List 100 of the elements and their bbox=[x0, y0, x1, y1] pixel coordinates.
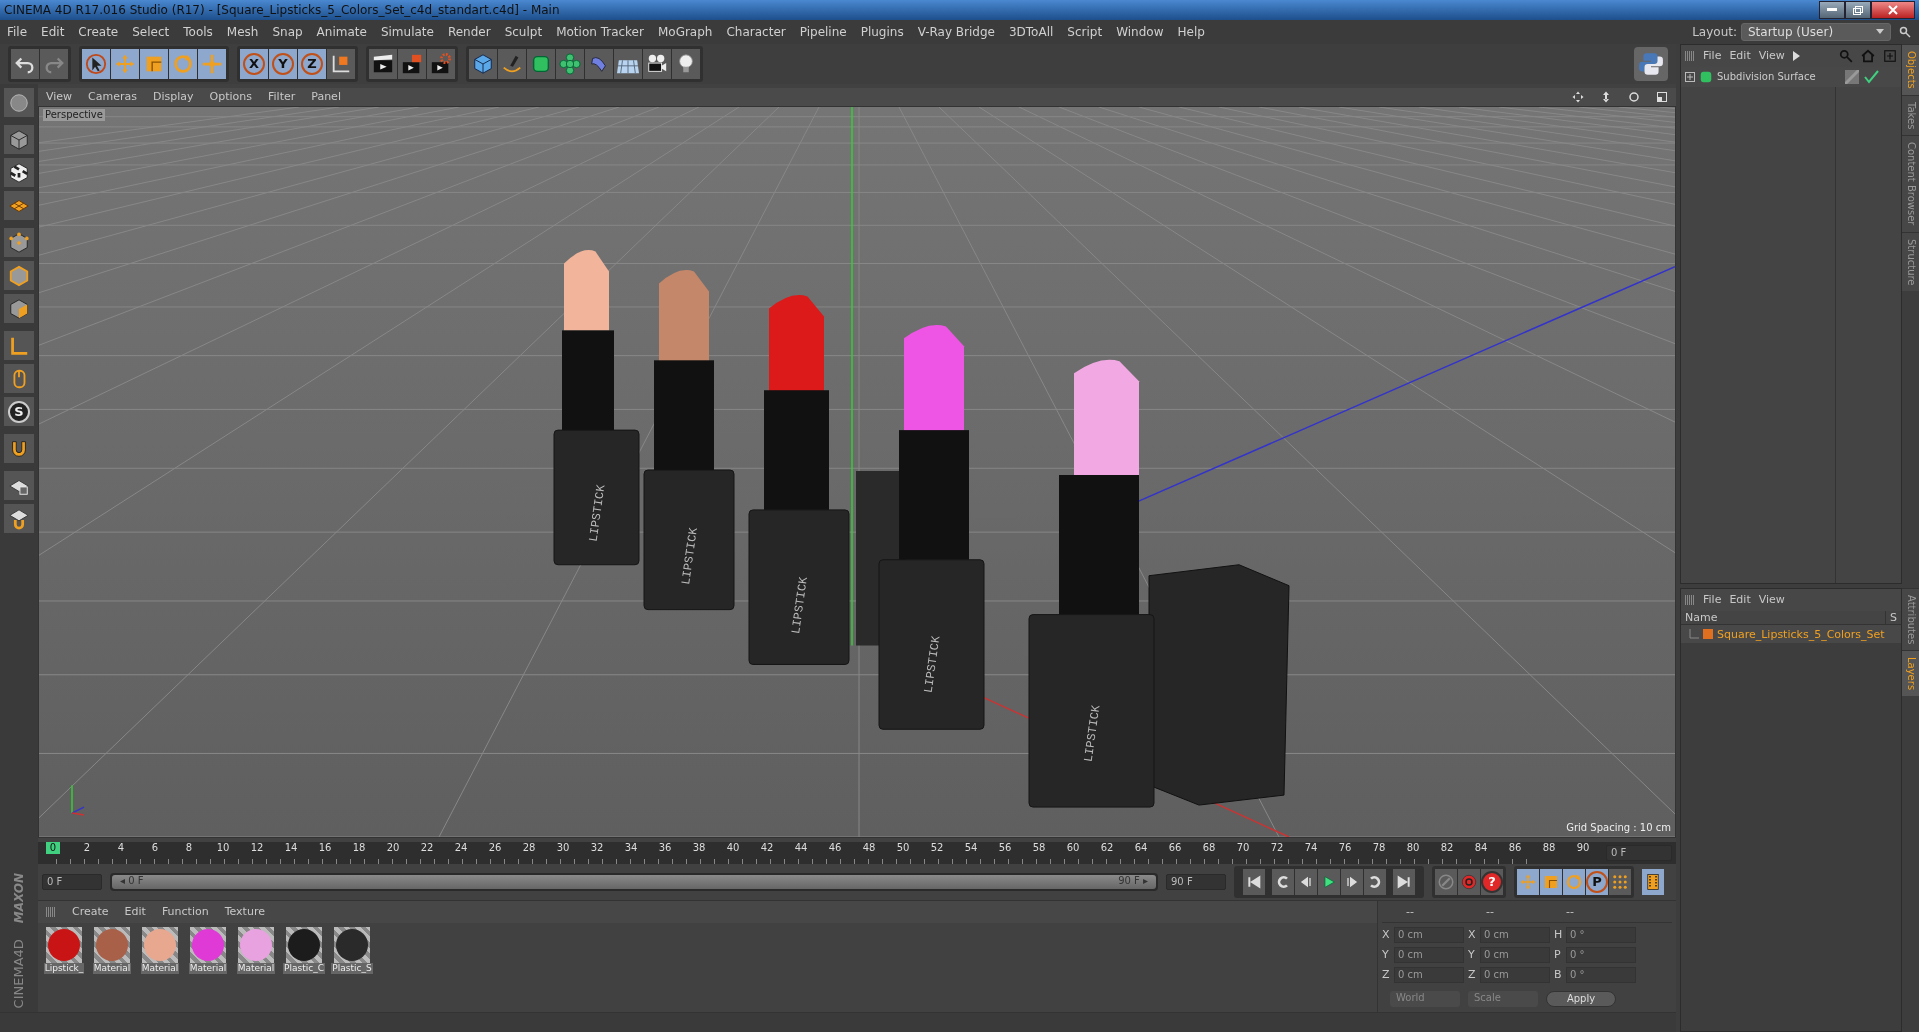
menu-item[interactable]: Sculpt bbox=[497, 24, 550, 40]
panel-menu-item[interactable]: File bbox=[1703, 49, 1722, 63]
range-slider-fill[interactable]: ◂ 0 F 90 F ▸ bbox=[112, 875, 1156, 889]
side-tab[interactable]: Objects bbox=[1902, 44, 1919, 95]
playback-button[interactable] bbox=[1243, 869, 1265, 895]
panel-menu-item[interactable]: File bbox=[1703, 593, 1722, 607]
current-frame-field[interactable]: 0 F bbox=[1606, 845, 1672, 861]
menu-item[interactable]: Render bbox=[440, 24, 498, 40]
playback-button[interactable] bbox=[1318, 869, 1340, 895]
toolbar-button[interactable] bbox=[672, 49, 700, 79]
column-header[interactable]: S bbox=[1885, 611, 1901, 625]
end-frame-field[interactable]: 90 F bbox=[1166, 874, 1226, 890]
playback-button[interactable] bbox=[1272, 869, 1294, 895]
menu-item[interactable]: Window bbox=[1109, 24, 1171, 40]
tool-button[interactable] bbox=[4, 434, 34, 463]
start-frame-field[interactable]: 0 F bbox=[42, 874, 102, 890]
tool-button[interactable]: S bbox=[4, 397, 34, 426]
toolbar-button[interactable]: X bbox=[240, 49, 268, 79]
coordinate-field[interactable]: 0 cm bbox=[1480, 947, 1550, 963]
material-menu-item[interactable]: Function bbox=[161, 905, 209, 919]
playback-button[interactable] bbox=[1295, 869, 1317, 895]
script-button[interactable] bbox=[1634, 47, 1668, 81]
menu-item[interactable]: MoGraph bbox=[650, 24, 720, 40]
vertical-arrows-icon[interactable] bbox=[1600, 91, 1612, 103]
search-icon[interactable] bbox=[1899, 26, 1911, 38]
viewport-menu-item[interactable]: Options bbox=[209, 90, 252, 104]
material-menu-item[interactable]: Create bbox=[72, 905, 109, 919]
viewport-menu-item[interactable]: View bbox=[46, 90, 73, 104]
record-button[interactable] bbox=[1458, 869, 1480, 895]
side-tab[interactable]: Attributes bbox=[1902, 588, 1919, 651]
viewport-menu-item[interactable]: Panel bbox=[311, 90, 341, 104]
side-tab[interactable]: Structure bbox=[1902, 231, 1919, 292]
playback-button[interactable] bbox=[1341, 869, 1363, 895]
material-menu-item[interactable]: Texture bbox=[224, 905, 265, 919]
tool-button[interactable] bbox=[4, 471, 34, 500]
timeline-button[interactable] bbox=[1642, 869, 1664, 895]
toolbar-button[interactable] bbox=[498, 49, 526, 79]
menu-item[interactable]: Snap bbox=[265, 24, 310, 40]
layer-toggle-icon[interactable] bbox=[1845, 70, 1859, 84]
tool-button[interactable] bbox=[4, 504, 34, 533]
mode-button[interactable] bbox=[1540, 869, 1562, 895]
menu-item[interactable]: Create bbox=[71, 24, 126, 40]
minimize-button[interactable] bbox=[1819, 1, 1845, 19]
viewport-menu-item[interactable]: Display bbox=[153, 90, 194, 104]
mode-button[interactable] bbox=[1609, 869, 1631, 895]
toolbar-button[interactable]: Z bbox=[298, 49, 326, 79]
playback-button[interactable] bbox=[1393, 869, 1415, 895]
side-tab[interactable]: Takes bbox=[1902, 94, 1919, 136]
apply-button[interactable]: Apply bbox=[1546, 991, 1616, 1007]
record-button[interactable]: ? bbox=[1481, 869, 1503, 895]
tool-button[interactable] bbox=[4, 158, 34, 187]
coordinate-field[interactable]: 0 ° bbox=[1566, 927, 1636, 943]
viewport-menu-item[interactable]: Cameras bbox=[88, 90, 137, 104]
mode-button[interactable]: P bbox=[1586, 869, 1608, 895]
layout-dropdown[interactable]: Startup (User) bbox=[1741, 22, 1891, 42]
menu-item[interactable]: Script bbox=[1060, 24, 1110, 40]
menu-item[interactable]: Character bbox=[719, 24, 793, 40]
grip-icon[interactable] bbox=[1685, 51, 1695, 61]
menu-item[interactable]: Edit bbox=[34, 24, 72, 40]
material-menu-item[interactable]: Edit bbox=[124, 905, 146, 919]
layer-color-swatch[interactable] bbox=[1703, 629, 1713, 640]
rotate-arrows-icon[interactable] bbox=[1628, 91, 1640, 103]
coordinate-field[interactable]: 0 cm bbox=[1480, 967, 1550, 983]
side-tab[interactable]: Content Browser bbox=[1902, 135, 1919, 232]
toolbar-button[interactable] bbox=[369, 49, 397, 79]
toolbar-button[interactable] bbox=[643, 49, 671, 79]
coordinate-field[interactable]: 0 cm bbox=[1394, 927, 1464, 943]
coordinate-field[interactable]: 0 cm bbox=[1394, 947, 1464, 963]
panel-menu-item[interactable]: Edit bbox=[1729, 593, 1751, 607]
checkmark-icon[interactable] bbox=[1863, 70, 1879, 84]
menu-item[interactable]: Tools bbox=[176, 24, 220, 40]
coordinate-field[interactable]: 0 cm bbox=[1480, 927, 1550, 943]
toolbar-button[interactable]: Y bbox=[269, 49, 297, 79]
menu-item[interactable]: Motion Tracker bbox=[549, 24, 651, 40]
close-button[interactable] bbox=[1871, 1, 1915, 19]
grip-icon[interactable] bbox=[1685, 595, 1695, 605]
menu-item[interactable]: Plugins bbox=[853, 24, 911, 40]
menu-item[interactable]: Pipeline bbox=[792, 24, 854, 40]
menu-item[interactable]: Animate bbox=[309, 24, 374, 40]
expand-icon[interactable] bbox=[1685, 72, 1695, 82]
caret-icon[interactable] bbox=[1792, 51, 1801, 61]
viewport-menu-item[interactable]: Filter bbox=[268, 90, 296, 104]
menu-item[interactable]: Simulate bbox=[373, 24, 441, 40]
pan-arrows-icon[interactable] bbox=[1572, 91, 1584, 103]
panel-menu-item[interactable]: View bbox=[1758, 593, 1785, 607]
coordinate-field[interactable]: 0 ° bbox=[1566, 967, 1636, 983]
menu-item[interactable]: Mesh bbox=[219, 24, 266, 40]
menu-item[interactable]: Help bbox=[1170, 24, 1212, 40]
toolbar-button[interactable] bbox=[82, 49, 110, 79]
coordinate-field[interactable]: 0 ° bbox=[1566, 947, 1636, 963]
panel-menu-item[interactable]: Edit bbox=[1729, 49, 1751, 63]
grip-icon[interactable] bbox=[46, 907, 56, 917]
playback-button[interactable] bbox=[1364, 869, 1386, 895]
panel-menu-item[interactable]: View bbox=[1758, 49, 1785, 63]
column-header[interactable]: Name bbox=[1681, 611, 1885, 625]
coordinate-field[interactable]: 0 cm bbox=[1394, 967, 1464, 983]
side-tab[interactable]: Layers bbox=[1902, 650, 1919, 697]
menu-item[interactable]: File bbox=[0, 24, 35, 40]
menu-item[interactable]: 3DToAll bbox=[1001, 24, 1061, 40]
maximize-icon[interactable] bbox=[1656, 91, 1668, 103]
